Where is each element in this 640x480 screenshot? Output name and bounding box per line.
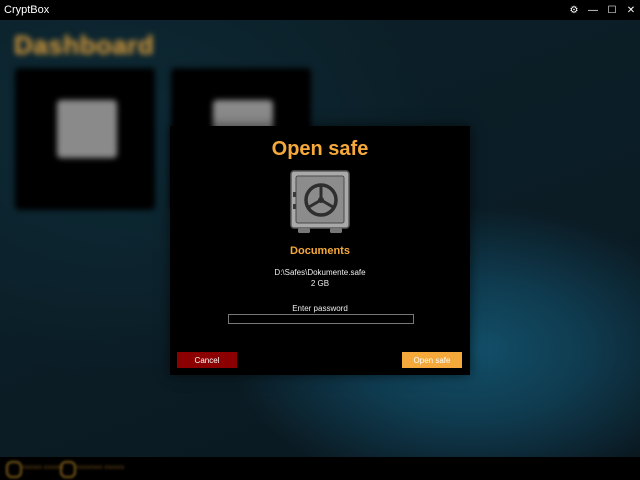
app-title: CryptBox [4,4,50,16]
safe-icon [290,170,350,233]
window-controls: ⚙ — ☐ ✕ [564,0,640,20]
safe-card [15,68,155,210]
safe-icon [57,100,117,158]
settings-icon[interactable]: ⚙ [565,0,583,20]
open-safe-dialog: Open safe Documents D:\Safes\Dokumente.s… [170,126,470,375]
dashboard-title: Dashboard [14,30,155,60]
import-safe-icon [60,461,76,478]
safe-name: Documents [290,245,350,257]
close-icon[interactable]: ✕ [622,0,640,20]
cancel-button[interactable]: Cancel [177,352,237,368]
minimize-icon[interactable]: — [584,0,602,20]
password-input[interactable] [228,314,414,324]
add-safe-icon [6,461,22,478]
bottom-action-1: ▭▭▭ ▭▭▭ [22,464,64,471]
open-safe-button[interactable]: Open safe [402,352,462,368]
title-bar: CryptBox ⚙ — ☐ ✕ [0,0,640,20]
safe-size: 2 GB [310,279,330,288]
bottom-action-2: ▭▭▭▭ ▭▭▭ [76,464,125,471]
maximize-icon[interactable]: ☐ [603,0,621,20]
bottom-bar: ▭▭▭ ▭▭▭ ▭▭▭▭ ▭▭▭ [0,457,640,480]
dialog-title: Open safe [271,138,369,160]
safe-path: D:\Safes\Dokumente.safe [274,268,366,277]
password-label: Enter password [292,304,348,313]
